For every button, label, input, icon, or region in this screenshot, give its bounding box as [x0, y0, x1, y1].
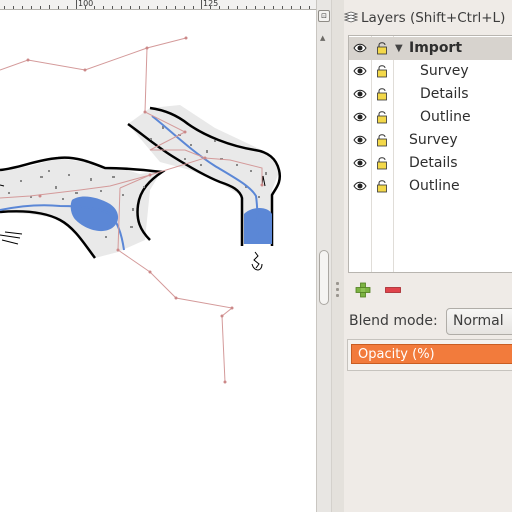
- lock-icon[interactable]: [376, 110, 388, 124]
- layer-row-import-survey[interactable]: Survey: [349, 60, 512, 83]
- layers-dock-title[interactable]: Layers (Shift+Ctrl+L): [344, 8, 512, 28]
- separator-grip-dot: [336, 282, 339, 285]
- blend-mode-select[interactable]: Normal: [446, 308, 512, 335]
- layer-row-import-details[interactable]: Details: [349, 83, 512, 106]
- lock-icon[interactable]: [376, 64, 388, 78]
- lock-icon[interactable]: [376, 87, 388, 101]
- drawing-canvas[interactable]: [0, 10, 316, 512]
- lock-icon[interactable]: [376, 179, 388, 193]
- remove-layer-button[interactable]: [384, 282, 402, 298]
- layer-row-details[interactable]: Details: [349, 152, 512, 175]
- layer-row-import-outline[interactable]: Outline: [349, 106, 512, 129]
- cave-map-drawing[interactable]: [0, 10, 316, 512]
- cave-symbol-squiggle: [251, 251, 263, 271]
- lock-icon[interactable]: [376, 133, 388, 147]
- layer-name: Survey: [409, 132, 458, 148]
- eye-icon[interactable]: [353, 65, 367, 77]
- plus-icon: [355, 282, 371, 298]
- layer-row-outline[interactable]: Outline: [349, 175, 512, 198]
- eye-icon[interactable]: [353, 134, 367, 146]
- canvas-vertical-scrollbar[interactable]: ⊡ ▲: [316, 0, 331, 512]
- ruler-label-100: 100: [78, 0, 94, 8]
- eye-icon[interactable]: [353, 111, 367, 123]
- layers-icon: [344, 11, 358, 23]
- scroll-up-arrow-icon[interactable]: ▲: [320, 34, 325, 42]
- separator-grip-dot: [336, 294, 339, 297]
- layer-name: Details: [420, 86, 469, 102]
- ruler-ticks: [4, 0, 310, 9]
- opacity-label: Opacity (%): [358, 347, 435, 362]
- lock-icon[interactable]: [376, 156, 388, 170]
- layer-row-import[interactable]: ▼ Import: [349, 37, 512, 60]
- eye-icon[interactable]: [353, 180, 367, 192]
- separator-grip-dot: [336, 288, 339, 291]
- layer-row-survey[interactable]: Survey: [349, 129, 512, 152]
- lock-icon[interactable]: [376, 41, 388, 55]
- horizontal-ruler[interactable]: 100 125: [0, 0, 316, 10]
- layer-name: Outline: [420, 109, 471, 125]
- blend-mode-label: Blend mode:: [349, 313, 438, 329]
- opacity-slider[interactable]: Opacity (%): [351, 344, 512, 364]
- minus-icon: [385, 287, 401, 293]
- layer-name: Import: [409, 40, 463, 56]
- layer-name: Details: [409, 155, 458, 171]
- expander-down-icon[interactable]: ▼: [395, 43, 403, 54]
- ruler-label-125: 125: [203, 0, 219, 8]
- layers-tree[interactable]: ▼ Import Survey Details Outline Survey D…: [348, 35, 512, 273]
- layer-name: Outline: [409, 178, 460, 194]
- panel-separator[interactable]: [331, 0, 344, 512]
- layers-dock-title-text: Layers (Shift+Ctrl+L): [361, 10, 506, 26]
- scroll-thumb[interactable]: [319, 250, 329, 305]
- eye-icon[interactable]: [353, 88, 367, 100]
- layer-name: Survey: [420, 63, 469, 79]
- blend-mode-value: Normal: [453, 313, 504, 329]
- eye-icon[interactable]: [353, 42, 367, 54]
- eye-icon[interactable]: [353, 157, 367, 169]
- add-layer-button[interactable]: [354, 282, 372, 298]
- canvas-pin-button[interactable]: ⊡: [318, 10, 330, 22]
